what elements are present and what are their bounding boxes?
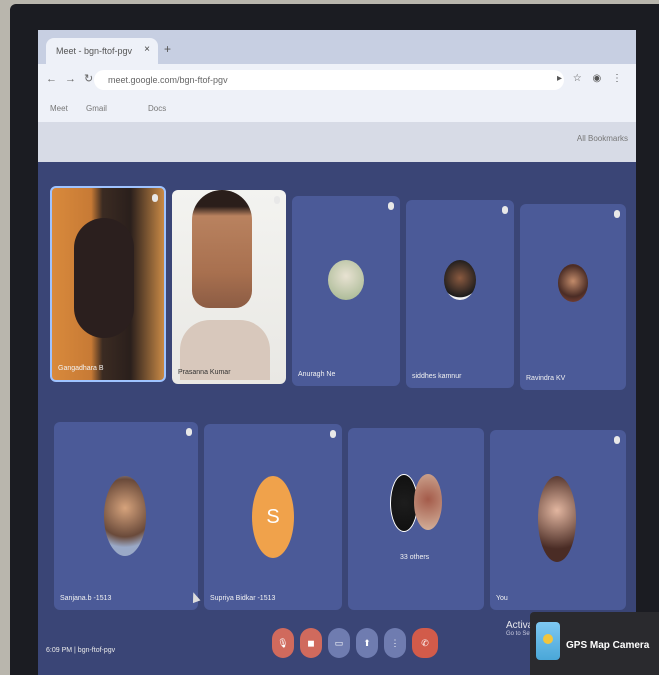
- participant-name: Ravindra KV: [526, 375, 566, 382]
- mic-off-icon: [388, 202, 394, 210]
- camera-toggle-button[interactable]: ◼: [300, 628, 322, 658]
- mic-off-icon: [186, 428, 192, 436]
- meet-grid: Gangadhara B Prasanna Kumar Anuragh Ne s…: [38, 162, 636, 675]
- participant-video-figure: [74, 218, 134, 338]
- bookmarks-bar: Meet Gmail Docs: [38, 96, 636, 123]
- mic-indicator-icon: [152, 194, 158, 202]
- call-controls: 🎙 ◼ ▭ ⬆ ⋮ ✆: [272, 628, 438, 660]
- participant-tile[interactable]: Sanjana.b -1513: [54, 422, 198, 610]
- participant-avatar: [414, 474, 442, 530]
- participant-name: You: [496, 595, 508, 602]
- mic-indicator-icon: [274, 196, 280, 204]
- participant-tile[interactable]: S Supriya Bidkar -1513: [204, 424, 342, 610]
- participant-name: Anuragh Ne: [298, 371, 336, 378]
- browser-tab[interactable]: Meet - bgn-ftof-pgv ×: [46, 38, 158, 64]
- participant-video-face: [192, 190, 252, 308]
- participant-avatar: [328, 260, 364, 300]
- tab-bar: Meet - bgn-ftof-pgv × +: [38, 30, 636, 64]
- gps-app-label: GPS Map Camera: [566, 640, 650, 651]
- participant-tile[interactable]: siddhes kamnur: [406, 200, 514, 388]
- participant-tile[interactable]: Ravindra KV: [520, 204, 626, 390]
- more-options-button[interactable]: ⋮: [384, 628, 406, 658]
- participant-tile-video[interactable]: Prasanna Kumar: [172, 190, 286, 384]
- extension-icons[interactable]: ▸ ☆ ◉ ⋮: [557, 73, 626, 84]
- participant-avatar: [444, 260, 476, 300]
- new-tab-icon[interactable]: +: [164, 42, 171, 56]
- participant-avatar: [538, 476, 576, 562]
- bookmark-item[interactable]: Gmail: [86, 104, 107, 113]
- nav-icons[interactable]: ←→↻: [46, 72, 101, 85]
- url-field[interactable]: meet.google.com/bgn-ftof-pgv: [94, 70, 564, 90]
- bookmark-item[interactable]: Meet: [50, 104, 68, 113]
- meeting-info: 6:09 PM | bgn-ftof-pgv: [46, 647, 116, 654]
- participant-name: Sanjana.b -1513: [60, 595, 112, 602]
- participant-name: Gangadhara B: [58, 365, 104, 372]
- participant-tile-self[interactable]: You: [490, 430, 626, 610]
- mic-off-icon: [330, 430, 336, 438]
- mic-off-icon: [614, 436, 620, 444]
- close-tab-icon[interactable]: ×: [144, 44, 150, 55]
- all-bookmarks[interactable]: All Bookmarks: [577, 134, 628, 143]
- url-text: meet.google.com/bgn-ftof-pgv: [108, 75, 228, 85]
- others-count: 33 others: [400, 554, 430, 561]
- present-button[interactable]: ⬆: [356, 628, 378, 658]
- screen: Meet - bgn-ftof-pgv × + ←→↻ meet.google.…: [38, 30, 636, 675]
- participant-avatar: [104, 476, 146, 556]
- meeting-code: bgn-ftof-pgv: [77, 647, 116, 654]
- participant-avatar: S: [252, 476, 294, 558]
- avatar-letter: S: [266, 505, 280, 528]
- gps-map-camera-badge: GPS Map Camera: [530, 612, 659, 675]
- mic-toggle-button[interactable]: 🎙: [272, 628, 294, 658]
- address-bar-row: ←→↻ meet.google.com/bgn-ftof-pgv ▸ ☆ ◉ ⋮: [38, 64, 636, 96]
- captions-button[interactable]: ▭: [328, 628, 350, 658]
- participant-tile-group[interactable]: 33 others: [348, 428, 484, 610]
- mic-off-icon: [502, 206, 508, 214]
- participant-tile[interactable]: Anuragh Ne: [292, 196, 400, 386]
- participant-avatar: [558, 264, 588, 302]
- gps-app-icon: [536, 622, 560, 660]
- participant-name: Supriya Bidkar -1513: [210, 595, 276, 602]
- tab-title: Meet - bgn-ftof-pgv: [56, 46, 133, 56]
- participant-tile-video[interactable]: Gangadhara B: [50, 186, 166, 382]
- page-top-strip: All Bookmarks: [38, 122, 636, 162]
- leave-call-button[interactable]: ✆: [412, 628, 438, 658]
- participant-name: siddhes kamnur: [412, 373, 462, 380]
- mic-off-icon: [614, 210, 620, 218]
- participant-name: Prasanna Kumar: [178, 369, 231, 376]
- bookmark-item[interactable]: Docs: [148, 104, 166, 113]
- meeting-time: 6:09 PM: [46, 647, 73, 654]
